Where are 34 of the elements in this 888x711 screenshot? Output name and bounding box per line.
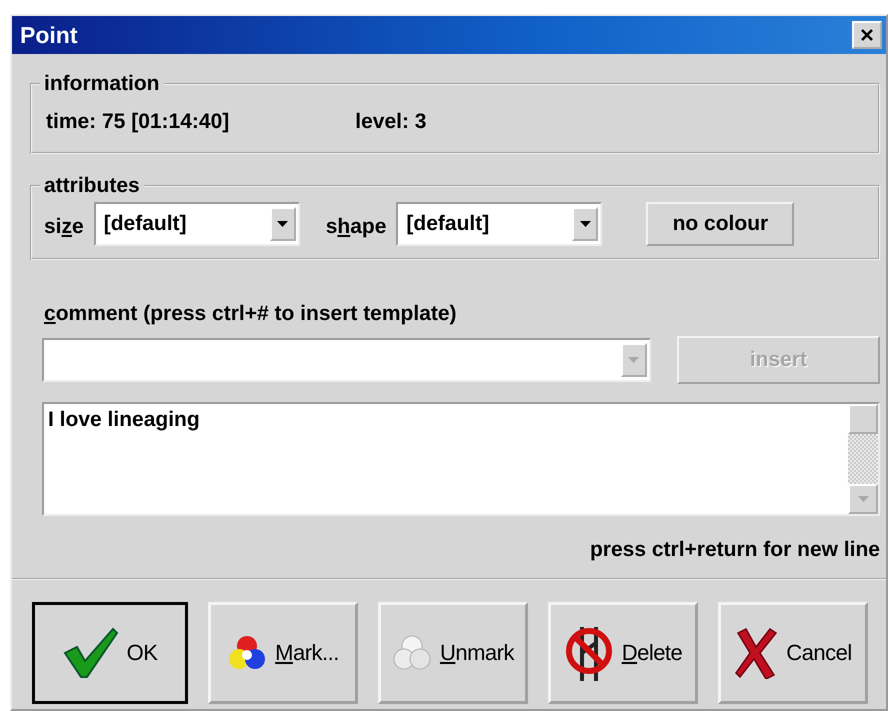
colour-wheel-icon [392, 635, 432, 671]
ok-button[interactable]: OK [32, 602, 188, 704]
down-arrow-icon [580, 220, 591, 228]
info-text: time: 75 [01:14:40] [46, 110, 230, 134]
template-dropdown[interactable] [42, 338, 651, 382]
comment-text: I love lineaging [47, 407, 201, 433]
cross-icon [734, 627, 778, 679]
field-label: shape [326, 214, 386, 239]
mark-button[interactable]: Mark... [208, 602, 358, 704]
dropdown[interactable]: [default] [396, 202, 602, 246]
down-arrow-icon [277, 220, 288, 228]
scroll-up-button[interactable] [848, 404, 878, 434]
close-icon [859, 27, 875, 43]
cancel-button[interactable]: Cancel [718, 602, 868, 704]
dropdown-value: [default] [405, 212, 490, 236]
info-text: level: 3 [355, 110, 426, 134]
dropdown[interactable]: [default] [94, 202, 300, 246]
scroll-bar[interactable] [848, 404, 878, 514]
group-label: information [43, 72, 160, 96]
down-arrow-icon [858, 496, 868, 502]
check-icon [62, 627, 119, 679]
comment-text-area[interactable]: I love lineaging [42, 402, 880, 516]
scroll-down-button[interactable] [848, 484, 878, 514]
dropdown-value: [default] [102, 212, 187, 236]
colour-button[interactable]: no colour [646, 202, 794, 246]
field-label: size [44, 214, 84, 239]
close-button[interactable] [852, 21, 882, 49]
window-title: Point [20, 22, 78, 48]
colour-wheel-icon [227, 635, 268, 671]
delete-button[interactable]: Delete [548, 602, 698, 704]
unmark-button[interactable]: Unmark [378, 602, 528, 704]
comment-label: comment (press ctrl+# to insert template) [44, 302, 458, 326]
group-label: attributes [43, 174, 141, 198]
hint-text: press ctrl+return for new line [588, 538, 880, 562]
